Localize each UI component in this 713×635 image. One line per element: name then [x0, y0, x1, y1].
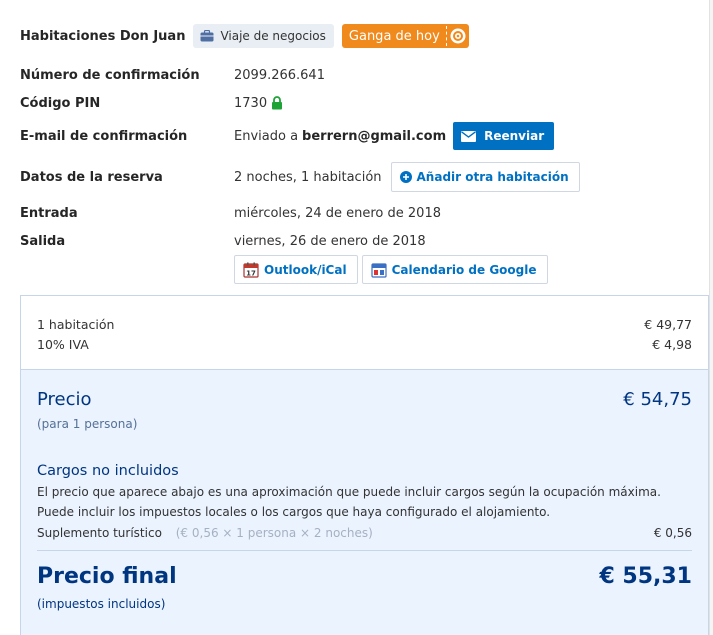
tourist-tax-label-wrap: Suplemento turístico (€ 0,56 × 1 persona… [37, 526, 373, 540]
checkin-row: Entrada miércoles, 24 de enero de 2018 [20, 203, 441, 223]
business-trip-badge: Viaje de negocios [193, 24, 334, 48]
checkout-label: Salida [20, 233, 66, 249]
room-price-line: 1 habitación € 49,77 [37, 315, 692, 335]
room-price-label: 1 habitación [37, 317, 115, 332]
booking-value-wrap: 2 noches, 1 habitación Añadir otra habit… [234, 162, 580, 192]
tourist-tax-line: Suplemento turístico (€ 0,56 × 1 persona… [37, 526, 692, 551]
booking-summary: 2 noches, 1 habitación [234, 169, 382, 185]
room-price-value: € 49,77 [644, 317, 692, 332]
precio-label: Precio [37, 389, 92, 410]
deal-label: Ganga de hoy [348, 28, 440, 44]
google-calendar-icon [370, 262, 387, 278]
extra-charges-line-1: El precio que aparece abajo es una aprox… [37, 485, 661, 499]
add-room-label: Añadir otra habitación [416, 170, 569, 184]
email-label: E-mail de confirmación [20, 128, 188, 144]
business-trip-label: Viaje de negocios [220, 29, 326, 43]
checkin-date: miércoles, 24 de enero de 2018 [234, 205, 441, 221]
briefcase-icon [200, 30, 214, 42]
outlook-ical-button[interactable]: 17 Outlook/iCal [234, 255, 358, 284]
google-calendar-button[interactable]: Calendario de Google [361, 255, 548, 284]
email-address: berrern@gmail.com [302, 128, 447, 144]
price-summary: 1 habitación € 49,77 10% IVA € 4,98 Prec… [20, 295, 709, 635]
add-room-button[interactable]: Añadir otra habitación [390, 162, 580, 192]
checkin-label: Entrada [20, 205, 78, 221]
pin-row: Código PIN 1730 [20, 93, 283, 113]
final-price-label: Precio final [37, 564, 177, 589]
extra-charges-title: Cargos no incluidos [37, 463, 179, 479]
email-row: E-mail de confirmación Enviado a berrern… [20, 122, 555, 150]
final-price-row: Precio final € 55,31 [37, 564, 692, 589]
vat-label: 10% IVA [37, 337, 89, 352]
confirmation-label: Número de confirmación [20, 67, 200, 83]
email-value-wrap: Enviado a berrern@gmail.com Reenviar [234, 122, 555, 150]
precio-row: Precio € 54,75 [37, 389, 692, 410]
confirmation-row: Número de confirmación 2099.266.641 [20, 65, 325, 85]
tourist-tax-value: € 0,56 [653, 526, 692, 540]
outlook-label: Outlook/iCal [264, 262, 347, 277]
final-price-note: (impuestos incluidos) [37, 597, 166, 611]
deal-tag-icon [445, 26, 466, 46]
booking-label: Datos de la reserva [20, 169, 163, 185]
envelope-icon [461, 130, 477, 142]
final-price-value: € 55,31 [599, 564, 692, 589]
svg-text:17: 17 [246, 269, 256, 277]
vat-value: € 4,98 [652, 337, 692, 352]
email-prefix: Enviado a [234, 128, 299, 144]
pin-label: Código PIN [20, 95, 101, 111]
booking-confirmation-card: Habitaciones Don Juan Viaje de negocios … [0, 0, 710, 635]
precio-value: € 54,75 [623, 389, 692, 410]
price-breakdown: 1 habitación € 49,77 10% IVA € 4,98 [21, 296, 708, 369]
calendar-icon: 17 [243, 262, 259, 278]
resend-label: Reenviar [484, 129, 545, 143]
plus-circle-icon [399, 171, 412, 183]
extra-charges-line-2: Puede incluir los impuestos locales o lo… [37, 505, 551, 519]
checkout-date: viernes, 26 de enero de 2018 [234, 233, 426, 249]
pin-value-wrap: 1730 [234, 96, 283, 111]
confirmation-number: 2099.266.641 [234, 67, 325, 83]
hotel-name: Habitaciones Don Juan [20, 28, 186, 44]
extra-charges-text: El precio que aparece abajo es una aprox… [37, 482, 692, 522]
resend-button[interactable]: Reenviar [453, 122, 555, 150]
booking-row: Datos de la reserva 2 noches, 1 habitaci… [20, 162, 580, 192]
vat-line: 10% IVA € 4,98 [37, 335, 692, 355]
tourist-tax-label: Suplemento turístico [37, 526, 162, 540]
deal-badge: Ganga de hoy [341, 24, 469, 48]
lock-icon [272, 96, 283, 110]
booking-header: Habitaciones Don Juan Viaje de negocios … [20, 22, 469, 50]
precio-note: (para 1 persona) [37, 417, 138, 431]
checkout-row: Salida viernes, 26 de enero de 2018 [20, 231, 426, 251]
calendar-buttons: 17 Outlook/iCal Calendario de Google [234, 255, 552, 284]
tourist-tax-detail: (€ 0,56 × 1 persona × 2 noches) [175, 526, 373, 540]
pin-code: 1730 [234, 95, 268, 111]
price-totals: Precio € 54,75 (para 1 persona) Cargos n… [21, 369, 708, 635]
google-calendar-label: Calendario de Google [391, 262, 537, 277]
